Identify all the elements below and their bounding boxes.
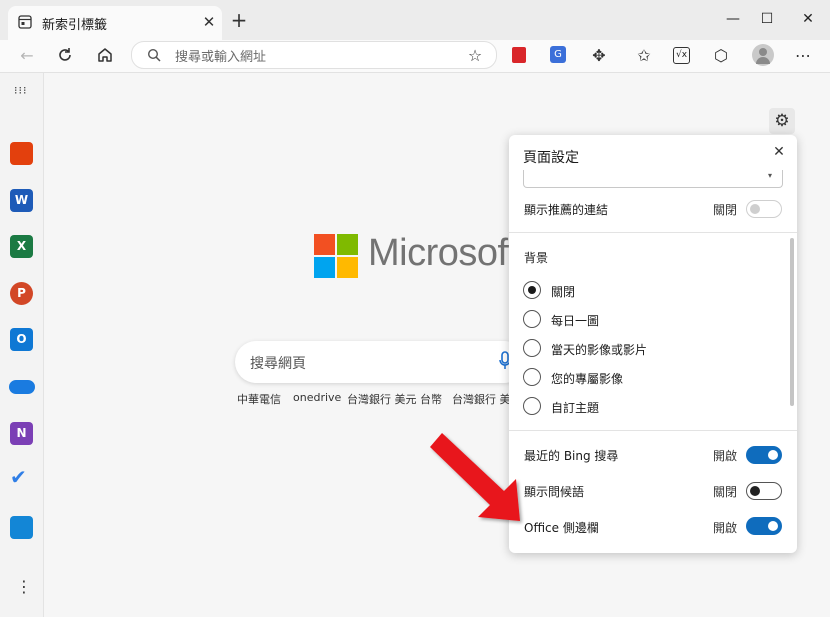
background-option-label: 自訂主題 <box>551 401 600 415</box>
refresh-icon[interactable] <box>56 46 74 64</box>
tab-close-icon[interactable]: ✕ <box>198 11 220 33</box>
background-radio-off[interactable] <box>523 281 541 299</box>
background-radio-custom-image[interactable] <box>523 368 541 386</box>
favorites-icon[interactable]: ✩ <box>631 44 657 68</box>
panel-scrollbar[interactable] <box>790 238 794 406</box>
greeting-state: 關閉 <box>713 485 738 499</box>
close-window-button[interactable]: ✕ <box>793 8 823 30</box>
background-section-title: 背景 <box>524 251 549 265</box>
onedrive-icon[interactable] <box>9 380 35 394</box>
app-launcher-icon[interactable]: ⁝⁝⁝ <box>14 85 30 104</box>
tab-title: 新索引標籤 <box>42 18 108 33</box>
add-favorite-star-icon[interactable]: ☆ <box>462 44 488 68</box>
background-radio-daily[interactable] <box>523 310 541 328</box>
address-placeholder: 搜尋或輸入網址 <box>175 50 267 65</box>
todo-check-icon[interactable]: ✔ <box>10 467 34 487</box>
office-sidebar-toggle[interactable] <box>746 517 782 535</box>
bing-history-toggle[interactable] <box>746 446 782 464</box>
recommended-links-toggle[interactable] <box>746 200 782 218</box>
extensions-puzzle-icon[interactable]: ✥ <box>586 44 612 68</box>
background-option-label: 您的專屬影像 <box>551 372 624 386</box>
home-icon[interactable] <box>96 46 114 64</box>
layout-dropdown[interactable]: ▾ <box>523 170 783 188</box>
quick-link[interactable]: 台灣銀行 美元 台幣 <box>347 391 442 407</box>
sidebar-more-icon[interactable]: ⋮ <box>16 577 32 596</box>
panel-close-icon[interactable]: ✕ <box>771 144 787 160</box>
recommended-links-label: 顯示推薦的連結 <box>524 203 609 217</box>
more-menu-icon[interactable]: ⋯ <box>790 44 816 68</box>
panel-title: 頁面設定 <box>523 150 579 166</box>
background-option-label: 每日一圖 <box>551 314 600 328</box>
background-option-label: 當天的影像或影片 <box>551 343 648 357</box>
office-sidebar-state: 開啟 <box>713 521 738 535</box>
new-tab-button[interactable]: + <box>228 9 250 31</box>
powerpoint-icon[interactable]: P <box>10 282 33 305</box>
quick-link[interactable]: onedrive <box>293 391 341 404</box>
quick-link[interactable]: 中華電信 <box>237 391 281 407</box>
onenote-icon[interactable]: N <box>10 422 33 445</box>
math-solver-icon[interactable]: √x <box>673 47 690 64</box>
extension-red-icon[interactable] <box>512 47 526 63</box>
translate-extension-icon[interactable]: G <box>550 46 566 63</box>
page-settings-gear-icon[interactable]: ⚙ <box>769 108 795 134</box>
microsoft-wordmark: Microsoft <box>368 232 518 274</box>
new-tab-page-icon <box>18 15 32 29</box>
microsoft-logo-icon <box>314 234 358 278</box>
divider <box>509 430 797 431</box>
outlook-icon[interactable]: O <box>10 328 33 351</box>
recommended-links-state: 關閉 <box>713 203 738 217</box>
background-option-label: 關閉 <box>551 285 576 299</box>
office-apps-icon[interactable] <box>10 516 33 539</box>
divider <box>509 232 797 233</box>
greeting-toggle[interactable] <box>746 482 782 500</box>
word-icon[interactable]: W <box>10 189 33 212</box>
excel-icon[interactable]: X <box>10 235 33 258</box>
profile-avatar[interactable] <box>752 44 774 66</box>
red-annotation-arrow-icon <box>430 433 520 521</box>
background-radio-theme[interactable] <box>523 397 541 415</box>
web-search-placeholder: 搜尋網頁 <box>250 356 306 372</box>
office-icon[interactable] <box>10 142 33 165</box>
background-radio-media[interactable] <box>523 339 541 357</box>
back-arrow-icon[interactable]: ← <box>14 44 40 68</box>
browser-essentials-icon[interactable]: ⬡ <box>708 44 734 68</box>
browser-tab[interactable]: 新索引標籤 ✕ <box>8 6 222 40</box>
minimize-button[interactable]: — <box>718 8 748 30</box>
search-icon <box>147 48 161 62</box>
bing-history-state: 開啟 <box>713 449 738 463</box>
maximize-button[interactable]: ☐ <box>752 8 782 30</box>
